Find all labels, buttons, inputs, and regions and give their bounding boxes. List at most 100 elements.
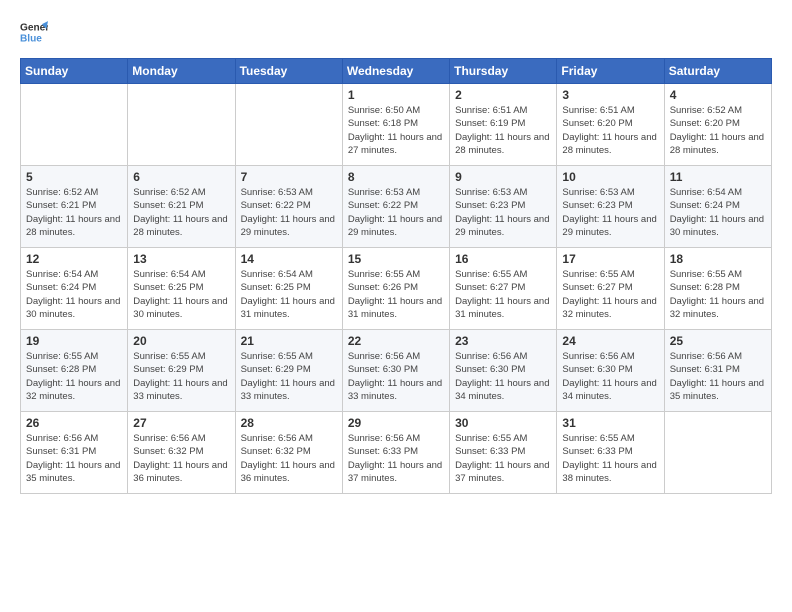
day-number: 18 [670,252,766,266]
calendar-cell: 11 Sunrise: 6:54 AM Sunset: 6:24 PM Dayli… [664,166,771,248]
calendar-cell: 1 Sunrise: 6:50 AM Sunset: 6:18 PM Daylig… [342,84,449,166]
day-number: 12 [26,252,122,266]
calendar-cell: 8 Sunrise: 6:53 AM Sunset: 6:22 PM Daylig… [342,166,449,248]
calendar-cell: 24 Sunrise: 6:56 AM Sunset: 6:30 PM Dayli… [557,330,664,412]
calendar-cell [21,84,128,166]
day-number: 2 [455,88,551,102]
weekday-tuesday: Tuesday [235,59,342,84]
day-number: 26 [26,416,122,430]
calendar-cell: 5 Sunrise: 6:52 AM Sunset: 6:21 PM Daylig… [21,166,128,248]
day-number: 6 [133,170,229,184]
weekday-wednesday: Wednesday [342,59,449,84]
week-row-4: 26 Sunrise: 6:56 AM Sunset: 6:31 PM Dayli… [21,412,772,494]
day-info: Sunrise: 6:56 AM Sunset: 6:32 PM Dayligh… [133,432,229,485]
week-row-1: 5 Sunrise: 6:52 AM Sunset: 6:21 PM Daylig… [21,166,772,248]
weekday-monday: Monday [128,59,235,84]
calendar-cell: 12Sunrise: 6:54 AM Sunset: 6:24 PM Dayli… [21,248,128,330]
week-row-3: 19 Sunrise: 6:55 AM Sunset: 6:28 PM Dayli… [21,330,772,412]
day-number: 7 [241,170,337,184]
day-info: Sunrise: 6:55 AM Sunset: 6:27 PM Dayligh… [562,268,658,321]
day-info: Sunrise: 6:52 AM Sunset: 6:21 PM Dayligh… [26,186,122,239]
day-info: Sunrise: 6:54 AM Sunset: 6:24 PM Dayligh… [670,186,766,239]
calendar-cell [664,412,771,494]
svg-text:Blue: Blue [20,33,42,44]
day-number: 19 [26,334,122,348]
day-info: Sunrise: 6:56 AM Sunset: 6:32 PM Dayligh… [241,432,337,485]
day-number: 20 [133,334,229,348]
calendar-table: SundayMondayTuesdayWednesdayThursdayFrid… [20,58,772,494]
calendar-cell: 14Sunrise: 6:54 AM Sunset: 6:25 PM Dayli… [235,248,342,330]
day-info: Sunrise: 6:52 AM Sunset: 6:21 PM Dayligh… [133,186,229,239]
calendar-cell: 2 Sunrise: 6:51 AM Sunset: 6:19 PM Daylig… [450,84,557,166]
weekday-header-row: SundayMondayTuesdayWednesdayThursdayFrid… [21,59,772,84]
day-number: 5 [26,170,122,184]
day-number: 3 [562,88,658,102]
day-info: Sunrise: 6:55 AM Sunset: 6:29 PM Dayligh… [133,350,229,403]
day-number: 27 [133,416,229,430]
day-info: Sunrise: 6:55 AM Sunset: 6:33 PM Dayligh… [455,432,551,485]
calendar-cell: 3 Sunrise: 6:51 AM Sunset: 6:20 PM Daylig… [557,84,664,166]
calendar-page: General Blue SundayMondayTuesdayWednesda… [0,0,792,612]
calendar-cell [235,84,342,166]
day-info: Sunrise: 6:56 AM Sunset: 6:30 PM Dayligh… [562,350,658,403]
day-info: Sunrise: 6:53 AM Sunset: 6:22 PM Dayligh… [241,186,337,239]
day-number: 1 [348,88,444,102]
day-info: Sunrise: 6:56 AM Sunset: 6:30 PM Dayligh… [455,350,551,403]
day-number: 13 [133,252,229,266]
day-info: Sunrise: 6:55 AM Sunset: 6:28 PM Dayligh… [26,350,122,403]
calendar-cell: 15 Sunrise: 6:55 AM Sunset: 6:26 PM Dayli… [342,248,449,330]
day-number: 9 [455,170,551,184]
day-info: Sunrise: 6:55 AM Sunset: 6:27 PM Dayligh… [455,268,551,321]
calendar-cell: 9 Sunrise: 6:53 AM Sunset: 6:23 PM Daylig… [450,166,557,248]
day-number: 4 [670,88,766,102]
header: General Blue [20,18,772,46]
day-info: Sunrise: 6:51 AM Sunset: 6:20 PM Dayligh… [562,104,658,157]
day-number: 30 [455,416,551,430]
day-info: Sunrise: 6:53 AM Sunset: 6:23 PM Dayligh… [562,186,658,239]
calendar-cell [128,84,235,166]
day-info: Sunrise: 6:56 AM Sunset: 6:30 PM Dayligh… [348,350,444,403]
day-number: 25 [670,334,766,348]
calendar-cell: 16Sunrise: 6:55 AM Sunset: 6:27 PM Dayli… [450,248,557,330]
day-info: Sunrise: 6:55 AM Sunset: 6:29 PM Dayligh… [241,350,337,403]
calendar-cell: 30 Sunrise: 6:55 AM Sunset: 6:33 PM Dayli… [450,412,557,494]
calendar-cell: 22 Sunrise: 6:56 AM Sunset: 6:30 PM Dayli… [342,330,449,412]
day-info: Sunrise: 6:54 AM Sunset: 6:25 PM Dayligh… [241,268,337,321]
day-number: 28 [241,416,337,430]
day-number: 10 [562,170,658,184]
day-number: 22 [348,334,444,348]
day-info: Sunrise: 6:55 AM Sunset: 6:26 PM Dayligh… [348,268,444,321]
day-info: Sunrise: 6:54 AM Sunset: 6:25 PM Dayligh… [133,268,229,321]
day-info: Sunrise: 6:56 AM Sunset: 6:33 PM Dayligh… [348,432,444,485]
day-info: Sunrise: 6:53 AM Sunset: 6:23 PM Dayligh… [455,186,551,239]
calendar-cell: 17Sunrise: 6:55 AM Sunset: 6:27 PM Dayli… [557,248,664,330]
weekday-friday: Friday [557,59,664,84]
week-row-2: 12Sunrise: 6:54 AM Sunset: 6:24 PM Dayli… [21,248,772,330]
day-number: 31 [562,416,658,430]
day-info: Sunrise: 6:55 AM Sunset: 6:28 PM Dayligh… [670,268,766,321]
day-info: Sunrise: 6:53 AM Sunset: 6:22 PM Dayligh… [348,186,444,239]
day-number: 21 [241,334,337,348]
day-number: 24 [562,334,658,348]
week-row-0: 1 Sunrise: 6:50 AM Sunset: 6:18 PM Daylig… [21,84,772,166]
calendar-cell: 28 Sunrise: 6:56 AM Sunset: 6:32 PM Dayli… [235,412,342,494]
day-info: Sunrise: 6:52 AM Sunset: 6:20 PM Dayligh… [670,104,766,157]
day-number: 8 [348,170,444,184]
logo: General Blue [20,18,48,46]
calendar-cell: 4 Sunrise: 6:52 AM Sunset: 6:20 PM Daylig… [664,84,771,166]
calendar-cell: 26 Sunrise: 6:56 AM Sunset: 6:31 PM Dayli… [21,412,128,494]
calendar-cell: 23Sunrise: 6:56 AM Sunset: 6:30 PM Dayli… [450,330,557,412]
weekday-thursday: Thursday [450,59,557,84]
day-info: Sunrise: 6:51 AM Sunset: 6:19 PM Dayligh… [455,104,551,157]
calendar-cell: 7 Sunrise: 6:53 AM Sunset: 6:22 PM Daylig… [235,166,342,248]
calendar-cell: 10 Sunrise: 6:53 AM Sunset: 6:23 PM Dayli… [557,166,664,248]
calendar-cell: 31 Sunrise: 6:55 AM Sunset: 6:33 PM Dayli… [557,412,664,494]
day-info: Sunrise: 6:55 AM Sunset: 6:33 PM Dayligh… [562,432,658,485]
day-info: Sunrise: 6:50 AM Sunset: 6:18 PM Dayligh… [348,104,444,157]
day-number: 11 [670,170,766,184]
calendar-cell: 20 Sunrise: 6:55 AM Sunset: 6:29 PM Dayli… [128,330,235,412]
day-number: 15 [348,252,444,266]
day-info: Sunrise: 6:56 AM Sunset: 6:31 PM Dayligh… [26,432,122,485]
calendar-cell: 18 Sunrise: 6:55 AM Sunset: 6:28 PM Dayli… [664,248,771,330]
weekday-saturday: Saturday [664,59,771,84]
